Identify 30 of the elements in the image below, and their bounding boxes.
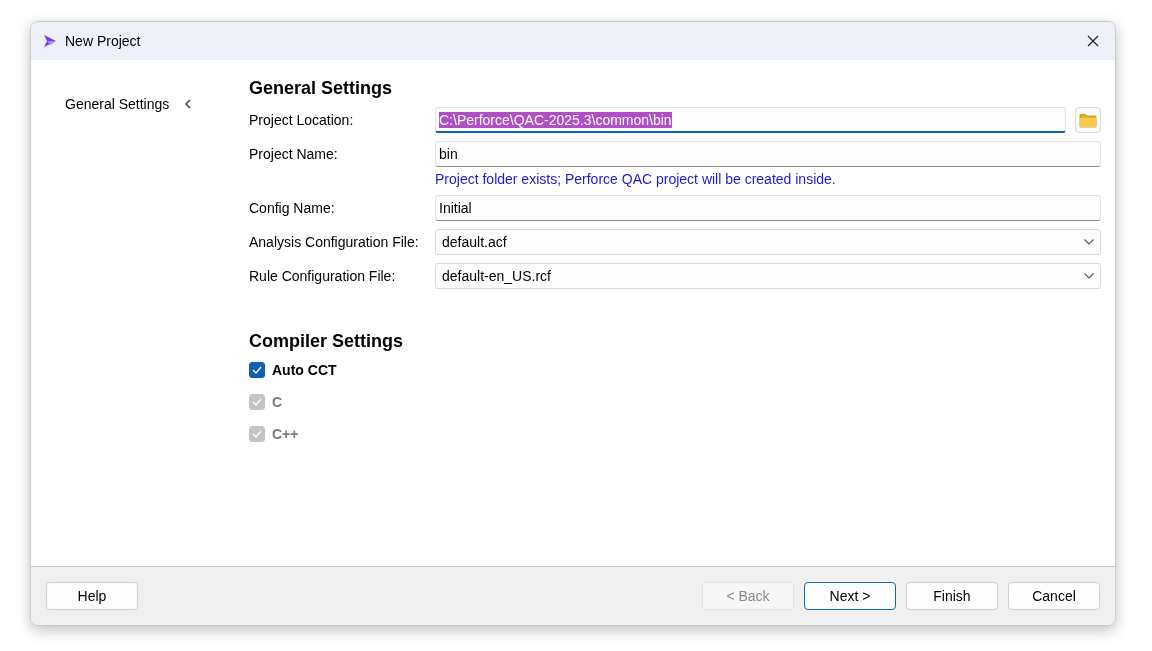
text-field[interactable]: Initial bbox=[435, 195, 1101, 221]
section-heading: General Settings bbox=[249, 78, 394, 99]
checkbox-label: C++ bbox=[272, 426, 299, 442]
help-button[interactable]: Help bbox=[46, 582, 138, 610]
window-title: New Project bbox=[65, 33, 142, 49]
field-label: Rule Configuration File: bbox=[249, 268, 397, 284]
checkbox-label: Auto CCT bbox=[272, 362, 337, 378]
checkmark-icon bbox=[252, 398, 262, 406]
text-field[interactable]: C:\Perforce\QAC-2025.3\common\bin bbox=[435, 107, 1066, 133]
dialog-button[interactable]: Next > bbox=[804, 582, 896, 610]
field-label: Analysis Configuration File: bbox=[249, 234, 420, 250]
dropdown[interactable]: default-en_US.rcf bbox=[435, 263, 1101, 289]
sidebar-item[interactable]: General Settings bbox=[65, 96, 170, 112]
dialog-button[interactable]: Cancel bbox=[1008, 582, 1100, 610]
checkmark-icon bbox=[252, 366, 262, 374]
checkmark-icon bbox=[252, 430, 262, 438]
chevron-left-icon[interactable] bbox=[185, 99, 192, 109]
field-label: Project Location: bbox=[249, 112, 355, 128]
checkbox-label: C bbox=[272, 394, 283, 410]
dialog-button[interactable]: Finish bbox=[906, 582, 998, 610]
chevron-down-icon bbox=[1084, 273, 1094, 279]
text-field[interactable]: bin bbox=[435, 141, 1101, 167]
section-heading: Compiler Settings bbox=[249, 331, 405, 352]
field-label: Project Name: bbox=[249, 146, 339, 162]
field-label: Config Name: bbox=[249, 200, 336, 216]
info-message: Project folder exists; Perforce QAC project will be created inside. bbox=[435, 171, 837, 187]
checkbox[interactable] bbox=[249, 362, 265, 378]
folder-icon bbox=[1079, 112, 1097, 128]
chevron-down-icon bbox=[1084, 239, 1094, 245]
dropdown[interactable]: default.acf bbox=[435, 229, 1101, 255]
